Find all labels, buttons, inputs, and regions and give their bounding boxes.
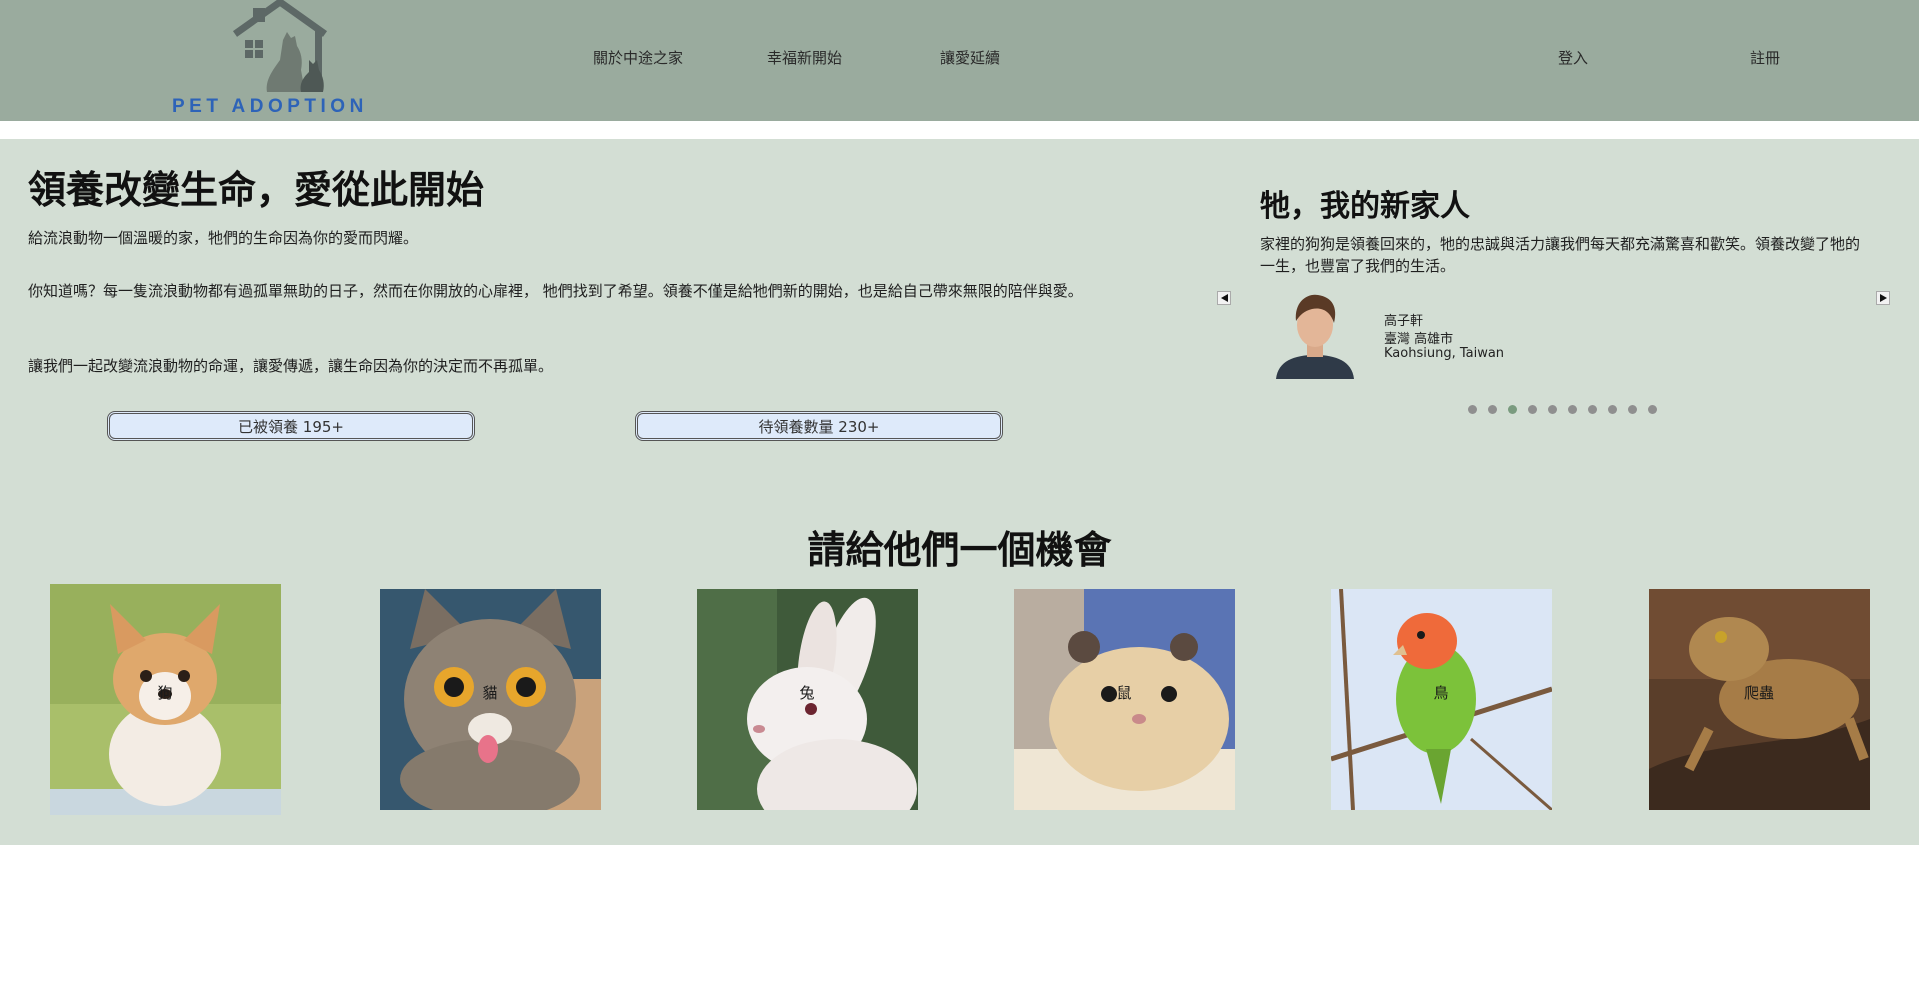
animal-label-bird: 鳥 <box>1433 684 1449 702</box>
testimonial-text: 家裡的狗狗是領養回來的，牠的忠誠與活力讓我們每天都充滿驚喜和歡笑。領養改變了牠的… <box>1260 235 1861 275</box>
hero-paragraph-1: 給流浪動物一個溫暖的家，牠們的生命因為你的愛而閃耀。 <box>28 229 419 247</box>
hero-paragraph-2: 你知道嗎？每一隻流浪動物都有過孤單無助的日子，然而在你開放的心扉裡， 牠們找到了… <box>28 282 1083 300</box>
carousel-next-button[interactable] <box>1876 291 1890 305</box>
triangle-left-icon <box>1221 294 1228 302</box>
login-link[interactable]: 登入 <box>1558 47 1588 68</box>
waiting-count-button[interactable]: 待領養數量 230+ <box>635 411 1003 441</box>
avatar <box>1272 291 1358 379</box>
carousel-dot[interactable] <box>1568 405 1577 414</box>
animal-label-reptile: 爬蟲 <box>1743 684 1774 702</box>
house-pets-logo-icon <box>232 0 328 92</box>
nav-link-about[interactable]: 關於中途之家 <box>593 47 683 68</box>
animal-label-rabbit: 兔 <box>799 684 815 702</box>
testimonial-location-en: Kaohsiung, Taiwan <box>1384 346 1505 361</box>
hero-title: 領養改變生命，愛從此開始 <box>28 168 485 212</box>
carousel-dot[interactable] <box>1548 405 1557 414</box>
carousel-dot[interactable] <box>1588 405 1597 414</box>
carousel-dot[interactable] <box>1488 405 1497 414</box>
adopted-count-button[interactable]: 已被領養 195+ <box>107 411 475 441</box>
section-title: 請給他們一個機會 <box>807 528 1112 572</box>
carousel-dot[interactable] <box>1608 405 1617 414</box>
testimonial-name: 高子軒 <box>1384 314 1424 329</box>
animal-label-dog: 狗 <box>157 684 173 702</box>
testimonial-location-zh: 臺灣 高雄市 <box>1384 332 1454 347</box>
carousel-dot[interactable] <box>1508 405 1517 414</box>
triangle-right-icon <box>1880 294 1887 302</box>
navbar: PET ADOPTION 關於中途之家 幸福新開始 讓愛延續 登入 註冊 <box>0 0 1919 121</box>
logo-text: PET ADOPTION <box>172 96 368 117</box>
logo[interactable]: PET ADOPTION <box>170 0 390 121</box>
carousel-dot[interactable] <box>1628 405 1637 414</box>
register-link[interactable]: 註冊 <box>1750 47 1780 68</box>
animal-label-hamster: 鼠 <box>1116 684 1132 702</box>
nav-link-continue-love[interactable]: 讓愛延續 <box>940 47 1000 68</box>
nav-link-new-beginning[interactable]: 幸福新開始 <box>767 47 842 68</box>
main-content: 領養改變生命，愛從此開始 給流浪動物一個溫暖的家，牠們的生命因為你的愛而閃耀。 … <box>0 139 1919 845</box>
hero-paragraph-3: 讓我們一起改變流浪動物的命運，讓愛傳遞，讓生命因為你的決定而不再孤單。 <box>28 357 554 375</box>
carousel-prev-button[interactable] <box>1217 291 1231 305</box>
carousel-dot[interactable] <box>1528 405 1537 414</box>
animal-label-cat: 貓 <box>482 684 498 702</box>
testimonial-title: 牠，我的新家人 <box>1260 189 1470 224</box>
carousel-dot[interactable] <box>1648 405 1657 414</box>
carousel-dot[interactable] <box>1468 405 1477 414</box>
